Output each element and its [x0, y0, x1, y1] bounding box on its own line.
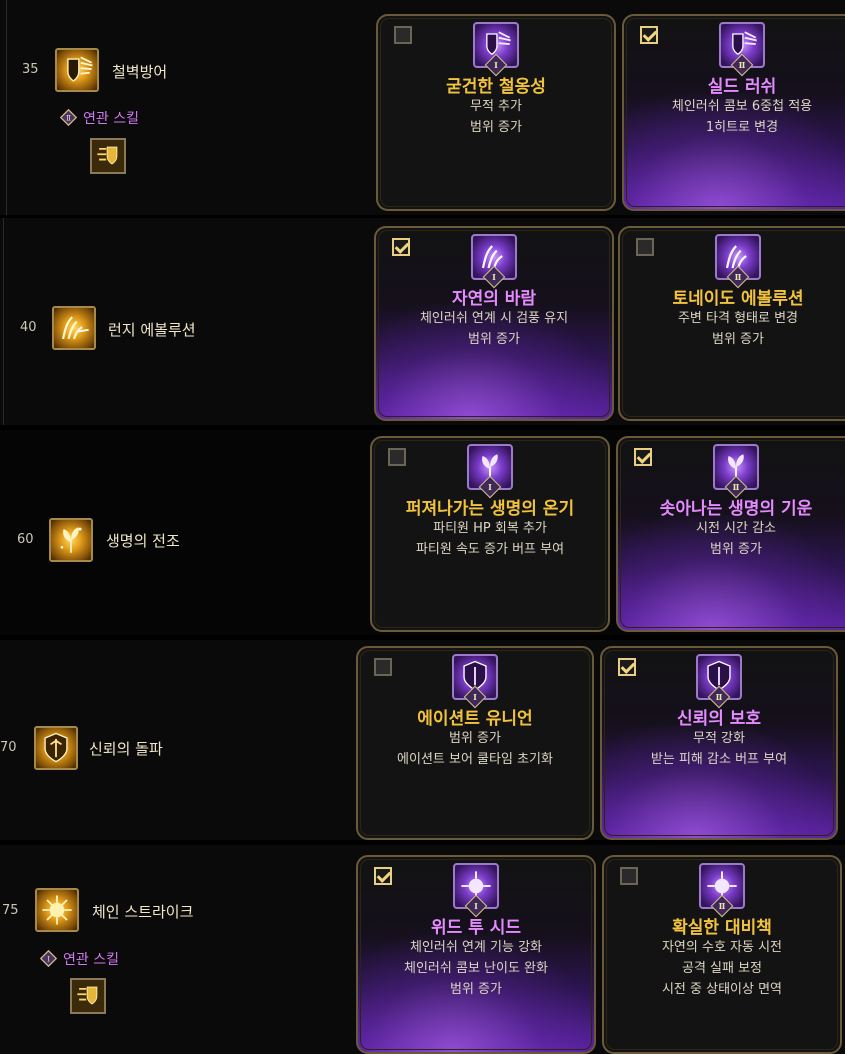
related-skill-text: 연관 스킬 — [63, 952, 119, 968]
option-card-2[interactable]: Ⅱ 토네이도 에볼루션 주변 타격 형태로 변경 범위 증가 — [618, 226, 845, 421]
option-checkbox[interactable] — [388, 448, 406, 466]
skill-row-35: 35 철벽방어 Ⅱ 연관 스킬 Ⅰ 굳건한 철옹성 무적 추가 범위 증가 Ⅱ 실드… — [0, 0, 845, 215]
option-description: 주변 타격 형태로 변경 범위 증가 — [677, 311, 799, 347]
flower-strike-icon[interactable] — [35, 888, 79, 932]
option-title: 솟아나는 생명의 기운 — [659, 499, 813, 519]
option-card-1[interactable]: Ⅰ 에이션트 유니언 범위 증가 에이션트 보어 쿨타임 초기화 — [356, 646, 594, 840]
shield-wing-icon: Ⅱ — [719, 22, 765, 77]
option-description: 파티원 HP 회복 추가 파티원 속도 증가 버프 부여 — [415, 521, 565, 557]
option-description: 체인러쉬 콤보 6중첩 적용 1히트로 변경 — [671, 99, 813, 135]
option-title: 위드 투 시드 — [430, 918, 522, 938]
crest-shield-icon: Ⅰ — [452, 654, 498, 709]
skill-name: 생명의 전조 — [106, 532, 180, 550]
skill-row-75: 75 체인 스트라이크 Ⅰ 연관 스킬 Ⅰ 위드 투 시드 체인러쉬 연계 기능 … — [0, 845, 845, 1054]
option-title: 토네이도 에볼루션 — [672, 289, 804, 309]
option-title: 굳건한 철옹성 — [446, 77, 546, 97]
option-card-1[interactable]: Ⅰ 자연의 바람 체인러쉬 연계 시 검풍 유지 범위 증가 — [374, 226, 614, 421]
skill-row-40: 40 런지 에볼루션 Ⅰ 자연의 바람 체인러쉬 연계 시 검풍 유지 범위 증가… — [0, 218, 845, 425]
skill-name: 런지 에볼루션 — [108, 321, 196, 339]
claw-slash-icon: Ⅱ — [715, 234, 761, 289]
option-description: 체인러쉬 연계 시 검풍 유지 범위 증가 — [419, 311, 569, 347]
option-description: 체인러쉬 연계 기능 강화 체인러쉬 콤보 난이도 완화 범위 증가 — [404, 940, 548, 997]
flower-strike-icon: Ⅰ — [453, 863, 499, 918]
option-checkbox-checked[interactable] — [618, 658, 636, 676]
skill-level: 60 — [17, 532, 34, 547]
related-skill-label: Ⅱ 연관 스킬 — [59, 108, 139, 128]
skill-name: 체인 스트라이크 — [92, 903, 194, 921]
skill-name: 철벽방어 — [112, 63, 168, 81]
crest-shield-icon: Ⅱ — [696, 654, 742, 709]
sprout-icon: Ⅰ — [467, 444, 513, 499]
option-checkbox[interactable] — [374, 658, 392, 676]
option-card-1[interactable]: Ⅰ 굳건한 철옹성 무적 추가 범위 증가 — [376, 14, 616, 211]
option-description: 무적 추가 범위 증가 — [470, 99, 522, 135]
option-card-2[interactable]: Ⅱ 실드 러쉬 체인러쉬 콤보 6중첩 적용 1히트로 변경 — [622, 14, 845, 211]
option-description: 범위 증가 에이션트 보어 쿨타임 초기화 — [397, 731, 553, 767]
option-checkbox-checked[interactable] — [392, 238, 410, 256]
option-checkbox[interactable] — [620, 867, 638, 885]
skill-level: 40 — [20, 320, 37, 335]
claw-slash-icon[interactable] — [52, 306, 96, 350]
shield-icon[interactable] — [90, 138, 126, 174]
claw-slash-icon: Ⅰ — [471, 234, 517, 289]
option-checkbox[interactable] — [636, 238, 654, 256]
option-checkbox[interactable] — [394, 26, 412, 44]
svg-text:Ⅰ: Ⅰ — [47, 956, 50, 964]
flower-strike-icon: Ⅱ — [699, 863, 745, 918]
skill-row-70: 70 신뢰의 돌파 Ⅰ 에이션트 유니언 범위 증가 에이션트 보어 쿨타임 초기… — [0, 640, 845, 840]
option-card-2[interactable]: Ⅱ 솟아나는 생명의 기운 시전 시간 감소 범위 증가 — [616, 436, 845, 632]
option-title: 신뢰의 보호 — [676, 709, 762, 729]
tier-diamond-icon: Ⅱ — [59, 108, 78, 127]
option-title: 에이션트 유니언 — [417, 709, 533, 729]
option-checkbox-checked[interactable] — [374, 867, 392, 885]
option-card-1[interactable]: Ⅰ 위드 투 시드 체인러쉬 연계 기능 강화 체인러쉬 콤보 난이도 완화 범위 … — [356, 855, 596, 1054]
option-card-2[interactable]: Ⅱ 신뢰의 보호 무적 강화 받는 피해 감소 버프 부여 — [600, 646, 838, 840]
shield-wing-icon[interactable] — [55, 48, 99, 92]
option-title: 확실한 대비책 — [672, 918, 772, 938]
svg-text:Ⅱ: Ⅱ — [66, 115, 71, 123]
related-skill-text: 연관 스킬 — [83, 111, 139, 127]
shield-wing-icon: Ⅰ — [473, 22, 519, 77]
option-description: 자연의 수호 자동 시전 공격 실패 보정 시전 중 상태이상 면역 — [661, 940, 783, 997]
skill-row-60: 60 생명의 전조 Ⅰ 퍼져나가는 생명의 온기 파티원 HP 회복 추가 파티원… — [0, 430, 845, 635]
option-card-2[interactable]: Ⅱ 확실한 대비책 자연의 수호 자동 시전 공격 실패 보정 시전 중 상태이상 … — [602, 855, 842, 1054]
related-skill-label: Ⅰ 연관 스킬 — [39, 949, 119, 969]
skill-level: 70 — [0, 740, 17, 755]
option-checkbox-checked[interactable] — [640, 26, 658, 44]
option-title: 퍼져나가는 생명의 온기 — [405, 499, 575, 519]
skill-name: 신뢰의 돌파 — [89, 740, 163, 758]
sprout-icon: Ⅱ — [713, 444, 759, 499]
option-description: 무적 강화 받는 피해 감소 버프 부여 — [650, 731, 788, 767]
crest-shield-icon[interactable] — [34, 726, 78, 770]
option-title: 자연의 바람 — [451, 289, 537, 309]
skill-level: 75 — [2, 903, 19, 918]
option-title: 실드 러쉬 — [707, 77, 777, 97]
tier-diamond-icon: Ⅰ — [39, 949, 58, 968]
option-card-1[interactable]: Ⅰ 퍼져나가는 생명의 온기 파티원 HP 회복 추가 파티원 속도 증가 버프 … — [370, 436, 610, 632]
option-checkbox-checked[interactable] — [634, 448, 652, 466]
option-description: 시전 시간 감소 범위 증가 — [695, 521, 777, 557]
sprout-icon[interactable] — [49, 518, 93, 562]
skill-level: 35 — [22, 62, 39, 77]
shield-icon[interactable] — [70, 978, 106, 1014]
